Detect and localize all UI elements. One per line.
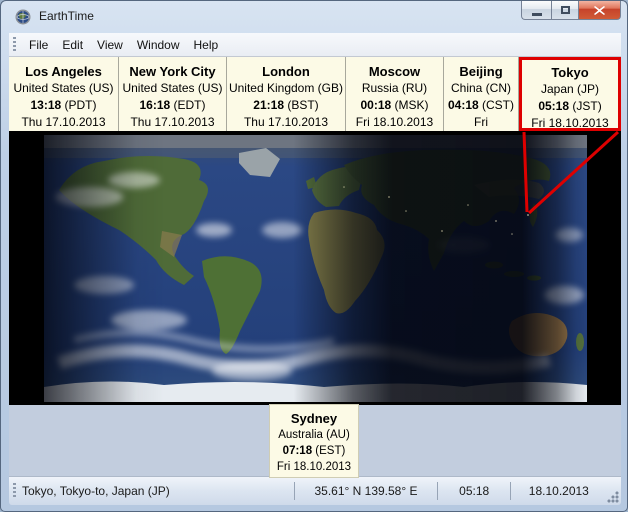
clock-time: 07:18 xyxy=(283,445,312,457)
clock-date: Fri 18.10.2013 xyxy=(522,115,618,131)
status-coordinates: 35.61° N 139.58° E xyxy=(295,477,437,505)
clock-city: Beijing xyxy=(444,63,518,80)
clock-country: United States (US) xyxy=(9,80,118,97)
titlebar[interactable]: EarthTime xyxy=(1,1,628,33)
clock-time: 21:18 xyxy=(253,98,284,112)
menu-window[interactable]: Window xyxy=(130,35,187,55)
clock-timezone: (BST) xyxy=(287,98,318,112)
clock-city: Sydney xyxy=(270,410,358,427)
clock-time: 13:18 xyxy=(30,98,61,112)
world-map-day-night xyxy=(44,135,587,402)
clock-beijing[interactable]: Beijing China (CN) 04:18 (CST) Fri 18.10… xyxy=(444,57,519,131)
clock-timezone: (CST) xyxy=(482,98,514,112)
menubar: File Edit View Window Help xyxy=(9,33,621,57)
window-controls xyxy=(521,1,621,21)
clock-city: Moscow xyxy=(346,63,443,80)
earthtime-window: EarthTime File Edit View Window Help Los… xyxy=(0,0,628,512)
clock-city: London xyxy=(227,63,345,80)
menu-file[interactable]: File xyxy=(22,35,55,55)
clock-moscow[interactable]: Moscow Russia (RU) 00:18 (MSK) Fri 18.10… xyxy=(346,57,444,131)
clock-timezone: (JST) xyxy=(572,99,601,113)
clock-date: Thu 17.10.2013 xyxy=(9,114,118,131)
close-button[interactable] xyxy=(579,1,621,20)
minimize-icon xyxy=(532,13,542,16)
status-time: 05:18 xyxy=(438,477,510,505)
minimize-button[interactable] xyxy=(521,1,551,20)
clock-date: Thu 17.10.2013 xyxy=(227,114,345,131)
clock-city: Los Angeles xyxy=(9,63,118,80)
clock-date: Fri 18.10.2013 xyxy=(444,114,518,131)
window-title: EarthTime xyxy=(39,9,94,23)
close-icon xyxy=(594,6,605,15)
clock-city: New York City xyxy=(119,63,226,80)
clock-timezone: (EDT) xyxy=(174,98,206,112)
clock-country: Japan (JP) xyxy=(522,81,618,98)
clock-timezone: (PDT) xyxy=(65,98,97,112)
clock-los-angeles[interactable]: Los Angeles United States (US) 13:18 (PD… xyxy=(9,57,119,131)
maximize-icon xyxy=(561,6,570,14)
clock-date: Fri 18.10.2013 xyxy=(346,114,443,131)
clock-time: 00:18 xyxy=(360,98,391,112)
statusbar-grip[interactable] xyxy=(13,483,16,499)
clock-panel-bar: Los Angeles United States (US) 13:18 (PD… xyxy=(9,57,621,131)
menu-help[interactable]: Help xyxy=(187,35,226,55)
menubar-grip[interactable] xyxy=(13,37,16,53)
clock-sydney-floating[interactable]: Sydney Australia (AU) 07:18 (EST) Fri 18… xyxy=(269,404,359,478)
status-location: Tokyo, Tokyo-to, Japan (JP) xyxy=(22,477,294,505)
clock-time: 16:18 xyxy=(139,98,170,112)
clock-country: Russia (RU) xyxy=(346,80,443,97)
clock-date: Fri 18.10.2013 xyxy=(270,459,358,475)
world-map-area[interactable] xyxy=(9,131,621,405)
clock-country: United Kingdom (GB) xyxy=(227,80,345,97)
clock-country: Australia (AU) xyxy=(270,427,358,443)
resize-grip[interactable] xyxy=(606,490,619,503)
clock-country: United States (US) xyxy=(119,80,226,97)
clock-country: China (CN) xyxy=(444,80,518,97)
clock-timezone: (EST) xyxy=(315,445,345,457)
status-date: 18.10.2013 xyxy=(511,477,606,505)
earthtime-globe-icon xyxy=(15,9,31,25)
clock-city: Tokyo xyxy=(522,64,618,81)
maximize-button[interactable] xyxy=(551,1,579,20)
statusbar: Tokyo, Tokyo-to, Japan (JP) 35.61° N 139… xyxy=(9,476,621,505)
clock-time: 05:18 xyxy=(538,99,569,113)
clock-timezone: (MSK) xyxy=(395,98,429,112)
clock-tokyo-highlighted[interactable]: Tokyo Japan (JP) 05:18 (JST) Fri 18.10.2… xyxy=(519,57,621,131)
clock-new-york-city[interactable]: New York City United States (US) 16:18 (… xyxy=(119,57,227,131)
menu-edit[interactable]: Edit xyxy=(55,35,90,55)
menu-view[interactable]: View xyxy=(90,35,130,55)
clock-time: 04:18 xyxy=(448,98,479,112)
clock-london[interactable]: London United Kingdom (GB) 21:18 (BST) T… xyxy=(227,57,346,131)
clock-date: Thu 17.10.2013 xyxy=(119,114,226,131)
